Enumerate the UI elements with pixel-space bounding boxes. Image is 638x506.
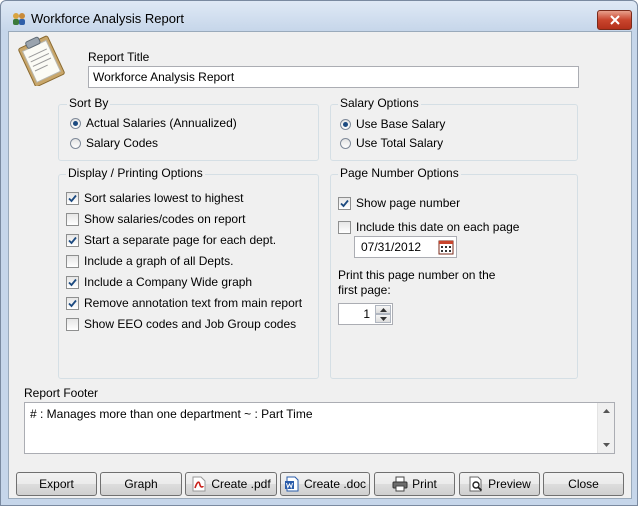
graph-all-depts-checkbox[interactable]: Include a graph of all Depts. xyxy=(66,254,233,268)
separate-page-each-dept-checkbox[interactable]: Start a separate page for each dept. xyxy=(66,233,276,247)
include-date-checkbox[interactable]: Include this date on each page xyxy=(338,220,519,234)
include-date-label: Include this date on each page xyxy=(356,220,520,234)
chevron-down-icon xyxy=(379,316,387,321)
page-number-options-title: Page Number Options xyxy=(338,166,461,180)
company-wide-graph-checkbox[interactable]: Include a Company Wide graph xyxy=(66,275,252,289)
checkmark-icon xyxy=(68,236,77,244)
show-salaries-codes-label: Show salaries/codes on report xyxy=(84,212,246,226)
pdf-icon xyxy=(192,476,206,492)
salary-options-group xyxy=(330,104,578,161)
checkbox-box xyxy=(66,296,79,310)
create-pdf-button-label: Create .pdf xyxy=(211,477,271,491)
display-printing-options-title: Display / Printing Options xyxy=(66,166,205,180)
title-bar[interactable]: Workforce Analysis Report xyxy=(1,1,637,35)
radio-unselected-indicator xyxy=(70,137,81,149)
scroll-up-button[interactable] xyxy=(598,403,614,419)
graph-button-label: Graph xyxy=(124,477,158,491)
chevron-down-icon xyxy=(602,443,610,447)
print-button[interactable]: Print xyxy=(374,472,455,496)
report-footer-label: Report Footer xyxy=(24,386,99,400)
scroll-down-button[interactable] xyxy=(598,437,614,453)
spinner-down-button[interactable] xyxy=(375,314,391,323)
preview-button-label: Preview xyxy=(488,477,531,491)
checkbox-box xyxy=(338,196,351,210)
close-button-label: Close xyxy=(568,477,599,491)
window-close-button[interactable] xyxy=(597,10,632,30)
checkbox-box xyxy=(66,275,79,289)
graph-all-depts-label: Include a graph of all Depts. xyxy=(84,254,234,268)
checkmark-icon xyxy=(340,199,349,207)
sort-lowest-to-highest-label: Sort salaries lowest to highest xyxy=(84,191,244,205)
date-picker-input[interactable]: 07/31/2012 xyxy=(354,236,457,258)
use-base-salary-radio[interactable]: Use Base Salary xyxy=(340,117,445,131)
checkbox-box xyxy=(66,254,79,268)
close-button[interactable]: Close xyxy=(543,472,624,496)
salary-options-title: Salary Options xyxy=(338,96,421,110)
sort-salary-codes-label: Salary Codes xyxy=(86,136,159,150)
close-icon xyxy=(609,15,620,25)
first-page-number-label-line2: first page: xyxy=(338,283,391,297)
checkmark-icon xyxy=(68,299,77,307)
checkbox-box xyxy=(66,212,79,226)
word-document-icon xyxy=(284,476,299,492)
separate-page-each-dept-label: Start a separate page for each dept. xyxy=(84,233,277,247)
sort-by-title: Sort By xyxy=(67,96,111,110)
show-salaries-codes-checkbox[interactable]: Show salaries/codes on report xyxy=(66,212,245,226)
dialog-body: Report Title Workforce Analysis Report S… xyxy=(8,31,632,499)
use-base-salary-label: Use Base Salary xyxy=(356,117,446,131)
people-icon xyxy=(13,13,25,25)
create-pdf-button[interactable]: Create .pdf xyxy=(185,472,277,496)
printer-icon xyxy=(392,476,408,492)
show-eeo-job-group-label: Show EEO codes and Job Group codes xyxy=(84,317,297,331)
sort-by-group xyxy=(58,104,319,161)
calendar-icon[interactable] xyxy=(438,239,454,255)
show-page-number-checkbox[interactable]: Show page number xyxy=(338,196,460,210)
export-button[interactable]: Export xyxy=(16,472,97,496)
checkbox-box xyxy=(338,220,351,234)
clipboard-icon xyxy=(18,35,65,86)
sort-actual-salaries-radio[interactable]: Actual Salaries (Annualized) xyxy=(70,116,237,130)
magnifier-document-icon xyxy=(469,476,483,492)
sort-salary-codes-radio[interactable]: Salary Codes xyxy=(70,136,158,150)
spinner-up-button[interactable] xyxy=(375,305,391,314)
first-page-number-spinner[interactable]: 1 xyxy=(338,303,393,325)
export-button-label: Export xyxy=(39,477,74,491)
date-value: 07/31/2012 xyxy=(361,240,422,254)
chevron-up-icon xyxy=(379,307,387,312)
radio-selected-indicator xyxy=(70,117,81,129)
print-button-label: Print xyxy=(412,477,437,491)
show-page-number-label: Show page number xyxy=(356,196,461,210)
first-page-number-value: 1 xyxy=(363,307,370,321)
checkmark-icon xyxy=(68,194,77,202)
chevron-up-icon xyxy=(602,409,610,413)
checkmark-icon xyxy=(68,278,77,286)
use-total-salary-label: Use Total Salary xyxy=(356,136,444,150)
sort-lowest-to-highest-checkbox[interactable]: Sort salaries lowest to highest xyxy=(66,191,243,205)
remove-annotation-text-label: Remove annotation text from main report xyxy=(84,296,303,310)
spinner-arrows xyxy=(375,305,391,323)
report-footer-text: # : Manages more than one department ~ :… xyxy=(30,407,313,421)
first-page-number-label-line1: Print this page number on the xyxy=(338,268,496,282)
checkbox-box xyxy=(66,233,79,247)
report-title-input[interactable]: Workforce Analysis Report xyxy=(88,66,579,88)
radio-unselected-indicator xyxy=(340,137,351,149)
checkbox-box xyxy=(66,191,79,205)
create-doc-button-label: Create .doc xyxy=(303,477,367,491)
remove-annotation-text-checkbox[interactable]: Remove annotation text from main report xyxy=(66,296,302,310)
report-title-label: Report Title xyxy=(88,50,150,64)
create-doc-button[interactable]: Create .doc xyxy=(280,472,370,496)
graph-button[interactable]: Graph xyxy=(100,472,182,496)
report-dialog-window: Workforce Analysis Report Report Title W… xyxy=(0,0,638,506)
preview-button[interactable]: Preview xyxy=(459,472,540,496)
checkbox-box xyxy=(66,317,79,331)
report-footer-textarea[interactable]: # : Manages more than one department ~ :… xyxy=(24,402,615,454)
show-eeo-job-group-checkbox[interactable]: Show EEO codes and Job Group codes xyxy=(66,317,296,331)
use-total-salary-radio[interactable]: Use Total Salary xyxy=(340,136,443,150)
radio-selected-indicator xyxy=(340,118,351,130)
window-title: Workforce Analysis Report xyxy=(31,11,184,26)
company-wide-graph-label: Include a Company Wide graph xyxy=(84,275,253,289)
footer-scrollbar[interactable] xyxy=(597,403,614,453)
sort-actual-salaries-label: Actual Salaries (Annualized) xyxy=(86,116,237,130)
